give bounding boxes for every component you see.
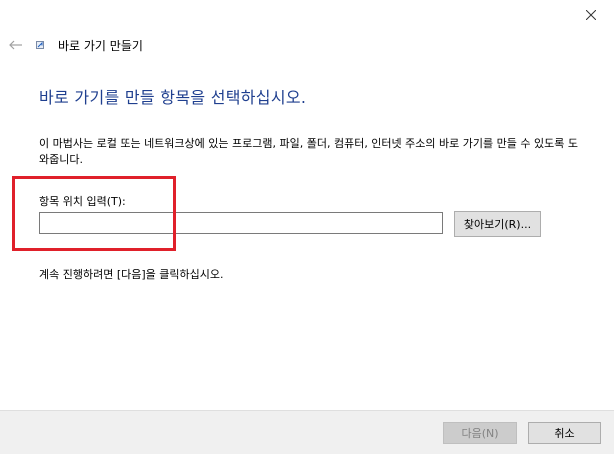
shortcut-wizard-icon [35,40,45,50]
create-shortcut-window: 바로 가기 만들기 바로 가기를 만들 항목을 선택하십시오. 이 마법사는 로… [0,0,614,454]
page-heading: 바로 가기를 만들 항목을 선택하십시오. [39,88,307,107]
wizard-header: 바로 가기 만들기 [6,34,143,56]
next-button[interactable]: 다음(N) [443,422,517,444]
instruction-text: 계속 진행하려면 [다음]을 클릭하십시오. [39,268,224,281]
back-button[interactable] [6,35,26,55]
location-input[interactable] [39,212,443,234]
close-button[interactable] [568,0,614,30]
wizard-description: 이 마법사는 로컬 또는 네트워크상에 있는 프로그램, 파일, 폴더, 컴퓨터… [39,137,578,166]
browse-button[interactable]: 찾아보기(R)... [454,211,541,237]
window-title: 바로 가기 만들기 [58,38,143,53]
cancel-button[interactable]: 취소 [528,422,601,444]
back-arrow-icon [9,40,22,50]
wizard-footer: 다음(N) 취소 [0,410,614,454]
location-label: 항목 위치 입력(T): [39,195,126,208]
close-icon [586,10,596,20]
